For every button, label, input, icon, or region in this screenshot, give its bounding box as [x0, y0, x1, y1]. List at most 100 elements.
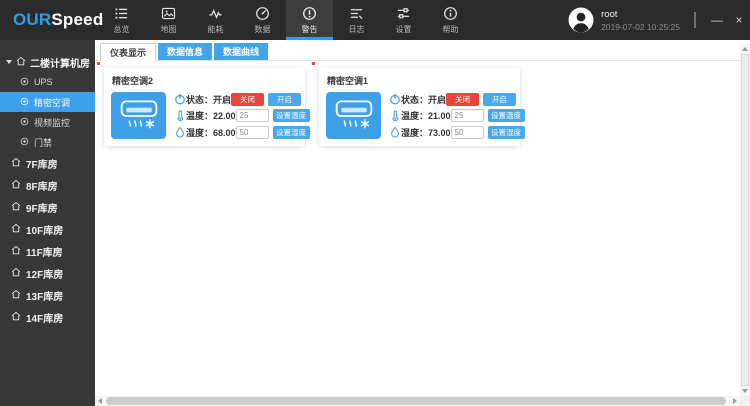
- nav-label: 能耗: [207, 25, 224, 34]
- sidebar-item-label: UPS: [34, 77, 53, 87]
- window-controls-divider: [694, 12, 696, 28]
- sidebar-item-label: 11F库房: [26, 247, 63, 259]
- set-humidity-button[interactable]: 设置湿度: [487, 125, 525, 139]
- list-icon: [114, 5, 129, 21]
- nav-item-energy[interactable]: 能耗: [192, 0, 239, 40]
- sidebar-item-label: 7F库房: [26, 159, 58, 171]
- sidebar: 二楼计算机房 UPS 精密空调 视频监控 门禁 7F库房 8F库房 9F库房 1…: [0, 40, 95, 406]
- logo-text-secondary: Speed: [51, 10, 104, 29]
- humidity-label: 湿度：: [186, 127, 214, 138]
- user-avatar-icon: [568, 7, 594, 33]
- nav-item-map[interactable]: 地图: [145, 0, 192, 40]
- set-temp-button[interactable]: 设置温度: [272, 109, 310, 122]
- sidebar-item-label: 9F库房: [26, 203, 58, 215]
- gauge-icon: [255, 5, 270, 21]
- settings-icon: [396, 5, 411, 21]
- temperature-row: 温度：22.00 设置温度: [174, 109, 310, 123]
- home-icon: [11, 157, 21, 170]
- alert-icon: [302, 5, 317, 21]
- device-icon: [20, 77, 29, 88]
- tab-data-curve[interactable]: 数据曲线: [214, 43, 269, 60]
- humidity-value: 68.00: [213, 127, 236, 138]
- temp-label: 温度：: [186, 111, 214, 121]
- scroll-right-icon[interactable]: [730, 396, 740, 406]
- set-humidity-button[interactable]: 设置湿度: [272, 125, 310, 139]
- droplet-icon: [174, 126, 186, 138]
- sidebar-item-room[interactable]: 二楼计算机房: [0, 52, 95, 72]
- sidebar-item-precision-ac[interactable]: 精密空调: [0, 92, 95, 112]
- humidity-value: 73.00: [428, 127, 451, 138]
- user-name: root: [601, 8, 618, 20]
- scroll-left-icon[interactable]: [95, 396, 105, 406]
- device-icon: [20, 117, 29, 128]
- turn-on-button[interactable]: 开启: [483, 92, 517, 106]
- sidebar-item-8f[interactable]: 8F库房: [0, 174, 95, 196]
- temp-setpoint-input[interactable]: [235, 109, 269, 122]
- home-icon: [11, 289, 21, 302]
- scrollbar-corner: [740, 396, 750, 406]
- caret-down-icon: [6, 60, 12, 64]
- user-meta: root 2019-07-02 10:25:25: [601, 9, 680, 32]
- nav-label: 地图: [160, 25, 177, 34]
- user-box[interactable]: root 2019-07-02 10:25:25: [568, 0, 680, 40]
- turn-on-button[interactable]: 开启: [268, 92, 302, 106]
- home-icon: [11, 201, 21, 214]
- nav-item-overview[interactable]: 总览: [98, 0, 145, 40]
- sidebar-item-11f[interactable]: 11F库房: [0, 240, 95, 262]
- sidebar-item-14f[interactable]: 14F库房: [0, 306, 95, 328]
- sidebar-item-door-access[interactable]: 门禁: [0, 132, 95, 152]
- sidebar-item-12f[interactable]: 12F库房: [0, 262, 95, 284]
- sidebar-item-7f[interactable]: 7F库房: [0, 152, 95, 174]
- close-button[interactable]: ×: [728, 10, 750, 30]
- sidebar-item-13f[interactable]: 13F库房: [0, 284, 95, 306]
- device-cards: 精密空调2 状态：开启 关闭 开启 温度：22.00 25 设置温度 湿度：68…: [95, 61, 750, 146]
- alarm-dot: [97, 62, 100, 65]
- alarm-dot: [312, 62, 315, 65]
- status-value: 开启: [213, 94, 232, 105]
- datetime-label: 2019-07-02 10:25:25: [601, 21, 680, 32]
- humidity-setpoint-input[interactable]: [235, 125, 269, 139]
- card-title: 精密空调1: [327, 76, 369, 86]
- vertical-scroll-thumb[interactable]: [741, 54, 749, 386]
- temp-setpoint-input[interactable]: [450, 109, 484, 122]
- scroll-up-icon[interactable]: [740, 44, 750, 54]
- sidebar-item-label: 精密空调: [34, 97, 71, 108]
- turn-off-button[interactable]: 关闭: [231, 92, 265, 106]
- nav-item-help[interactable]: 帮助: [427, 0, 474, 40]
- scroll-down-icon[interactable]: [740, 386, 750, 396]
- nav-item-settings[interactable]: 设置: [380, 0, 427, 40]
- nav-item-logs[interactable]: 日志: [333, 0, 380, 40]
- home-icon: [11, 311, 21, 324]
- topbar: OUR Speed 总览 地图 能耗 数据 警告 日志 设置 帮助 root 2…: [0, 0, 750, 40]
- set-temp-button[interactable]: 设置温度: [487, 109, 525, 122]
- sidebar-item-10f[interactable]: 10F库房: [0, 218, 95, 240]
- horizontal-scrollbar[interactable]: [95, 396, 740, 406]
- log-icon: [349, 5, 364, 21]
- app-window: OUR Speed 总览 地图 能耗 数据 警告 日志 设置 帮助 root 2…: [0, 0, 750, 406]
- sidebar-item-video-monitor[interactable]: 视频监控: [0, 112, 95, 132]
- air-conditioner-icon: [326, 92, 381, 139]
- air-conditioner-icon: [111, 92, 166, 139]
- ac-card-2: 精密空调2 状态：开启 关闭 开启 温度：22.00 25 设置温度 湿度：68…: [104, 68, 310, 146]
- nav-item-alerts[interactable]: 警告: [286, 0, 333, 40]
- temp-value: 22.00: [213, 111, 236, 121]
- humidity-setpoint-input[interactable]: [450, 125, 484, 139]
- turn-off-button[interactable]: 关闭: [446, 92, 480, 106]
- logo-text-primary: OUR: [13, 10, 52, 29]
- map-icon: [161, 5, 176, 21]
- status-row: 状态：开启 关闭 开启: [174, 92, 302, 106]
- sidebar-item-label: 视频监控: [34, 117, 71, 128]
- tab-data-info[interactable]: 数据信息: [158, 43, 213, 60]
- ac-card-1: 精密空调1 状态：开启 关闭 开启 温度：21.00 25 设置温度 湿度：73…: [319, 68, 525, 146]
- sidebar-item-ups[interactable]: UPS: [0, 72, 95, 92]
- nav-item-data[interactable]: 数据: [239, 0, 286, 40]
- horizontal-scroll-thumb[interactable]: [106, 397, 726, 405]
- minimize-button[interactable]: —: [706, 10, 728, 30]
- status-row: 状态：开启 关闭 开启: [389, 92, 517, 106]
- vertical-scrollbar[interactable]: [740, 44, 750, 396]
- status-label: 状态：: [186, 94, 214, 105]
- humidity-label: 湿度：: [401, 127, 429, 138]
- tab-gauge-display[interactable]: 仪表显示: [100, 43, 157, 61]
- sidebar-item-label: 10F库房: [26, 225, 64, 237]
- sidebar-item-9f[interactable]: 9F库房: [0, 196, 95, 218]
